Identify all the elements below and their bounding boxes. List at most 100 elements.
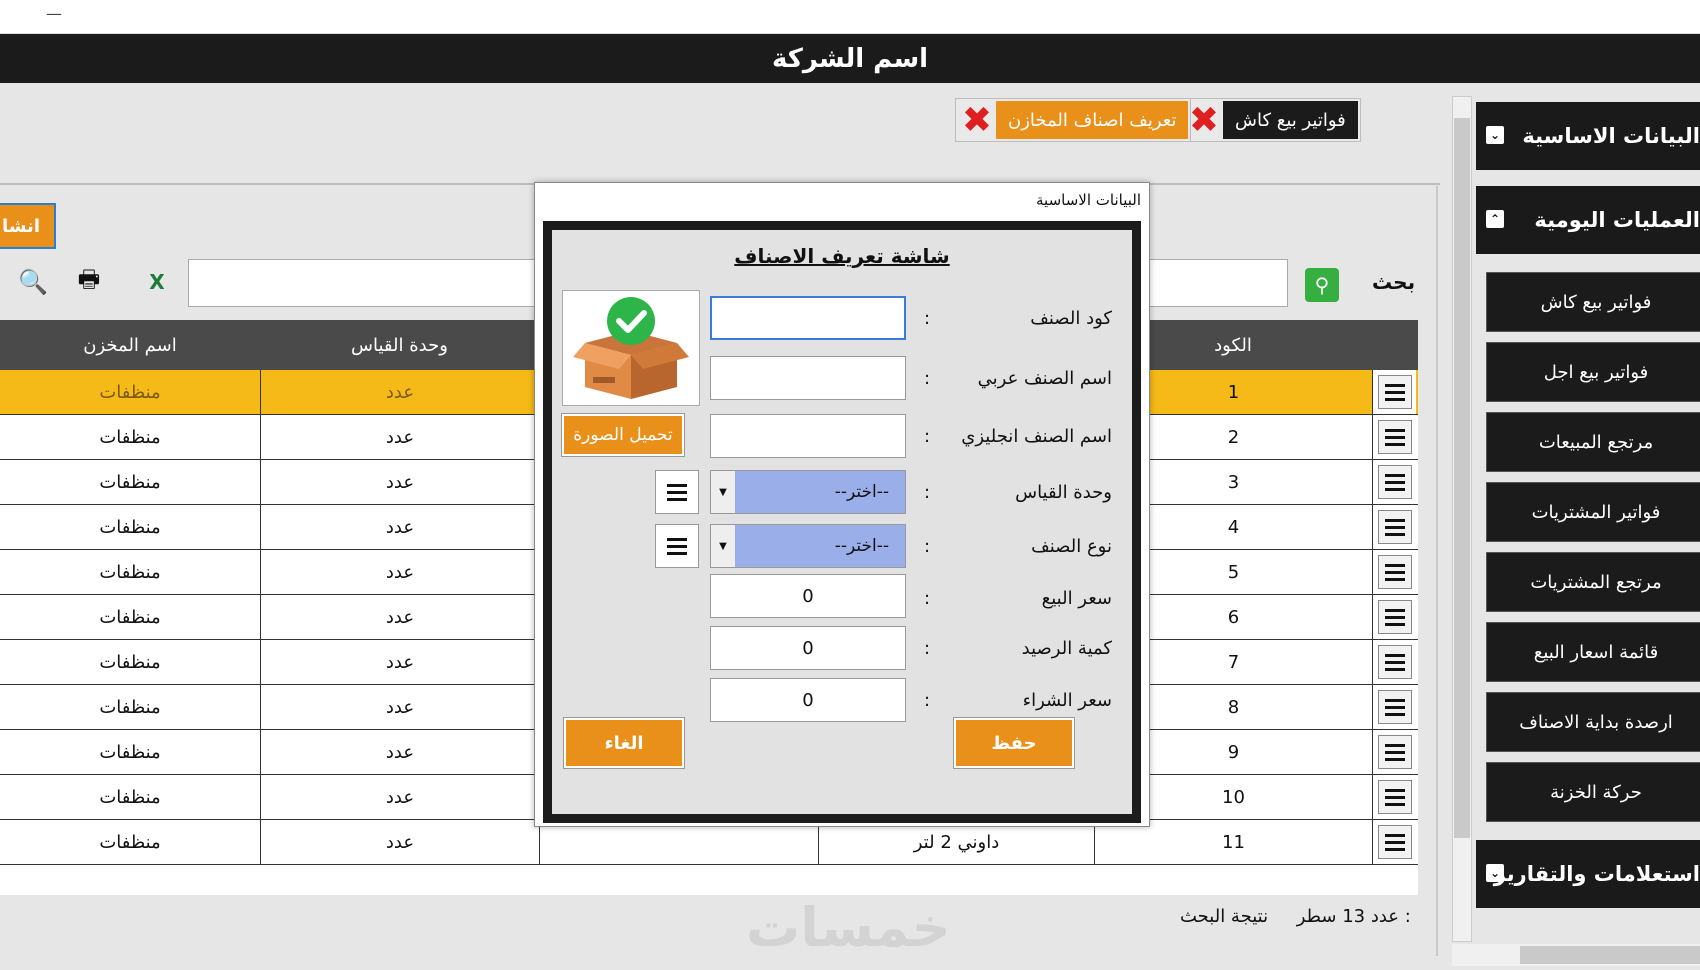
tab-cash-invoices-label: فواتير بيع كاش xyxy=(1223,101,1358,139)
tab-item-definition-label: تعريف اصناف المخازن xyxy=(996,101,1189,139)
app-title: اسم الشركة xyxy=(0,34,1700,83)
chevron-up-icon[interactable]: ⌃ xyxy=(1486,210,1504,228)
buy-price-label: سعر الشراء xyxy=(1022,690,1112,711)
colon: : xyxy=(924,368,931,389)
colon: : xyxy=(924,536,931,557)
search-result: عدد 13 سطر نتيجة البحث : xyxy=(1180,906,1411,927)
type-menu-button[interactable] xyxy=(655,524,699,568)
row-menu-button[interactable] xyxy=(1372,640,1416,684)
row-menu-button[interactable] xyxy=(1372,820,1416,864)
sidebar-item[interactable]: قائمة اسعار البيع xyxy=(1486,622,1700,682)
cell-store: منظفات xyxy=(99,696,161,718)
printer-icon[interactable]: 🖶 xyxy=(70,264,108,300)
name-ar-field[interactable] xyxy=(710,356,906,400)
sidebar-section-label: استعلامات والتقارير xyxy=(1493,862,1700,886)
save-button[interactable]: حفظ xyxy=(953,717,1075,769)
balance-label: كمية الرصيد xyxy=(1021,638,1112,659)
tab-cash-invoices[interactable]: ✖ فواتير بيع كاش xyxy=(1182,98,1361,142)
menu-icon[interactable] xyxy=(1377,510,1412,544)
dialog-content: شاشة تعريف الاصناف كود الصنف : اسم الصنف… xyxy=(552,230,1132,814)
sidebar-item[interactable]: حركة الخزنة xyxy=(1486,762,1700,822)
create-button[interactable]: انشا xyxy=(0,203,56,249)
unit-select[interactable]: ▼ --اختر-- xyxy=(710,470,906,514)
cell-unit: عدد xyxy=(260,505,539,549)
unit-menu-button[interactable] xyxy=(655,470,699,514)
colon: : xyxy=(924,638,931,659)
box-check-icon xyxy=(573,297,689,399)
row-menu-button[interactable] xyxy=(1372,505,1416,549)
cell-unit: عدد xyxy=(260,415,539,459)
dialog-window-title: البيانات الاساسية xyxy=(1036,191,1141,209)
row-menu-button[interactable] xyxy=(1372,685,1416,729)
code-field[interactable] xyxy=(710,296,906,340)
row-menu-button[interactable] xyxy=(1372,550,1416,594)
sidebar-section-reports[interactable]: ⌄ استعلامات والتقارير xyxy=(1476,840,1700,908)
window-chrome xyxy=(0,0,1700,34)
search-label: بحث xyxy=(1372,270,1416,294)
cell-unit: عدد xyxy=(260,730,539,774)
upload-image-button[interactable]: تحميل الصورة xyxy=(561,413,685,457)
row-menu-button[interactable] xyxy=(1372,595,1416,639)
column-header-unit[interactable]: وحدة القياس xyxy=(260,320,539,370)
row-menu-button[interactable] xyxy=(1372,460,1416,504)
colon: : xyxy=(924,690,931,711)
cell-store: منظفات xyxy=(99,741,161,763)
sidebar-section-daily-operations[interactable]: ⌃ العمليات اليومية xyxy=(1476,186,1700,254)
print-preview-icon[interactable]: 🔍 xyxy=(14,264,52,300)
row-menu-button[interactable] xyxy=(1372,775,1416,819)
cell-store: منظفات xyxy=(99,831,161,853)
sidebar-item[interactable]: ارصدة بداية الاصناف xyxy=(1486,692,1700,752)
buy-price-field[interactable]: 0 xyxy=(710,678,906,722)
sidebar-section-label: البيانات الاساسية xyxy=(1522,124,1700,148)
menu-icon[interactable] xyxy=(1377,600,1412,634)
sidebar-item[interactable]: فواتير المشتريات xyxy=(1486,482,1700,542)
cell-unit: عدد xyxy=(260,640,539,684)
watermark-logo: خمسات xyxy=(746,896,951,959)
item-image xyxy=(562,290,700,406)
menu-icon[interactable] xyxy=(1377,645,1412,679)
sidebar-item[interactable]: فواتير بيع كاش xyxy=(1486,272,1700,332)
search-button[interactable]: ⚲ xyxy=(1305,268,1339,302)
cell-store: منظفات xyxy=(99,381,161,403)
cell-store: منظفات xyxy=(99,651,161,673)
tab-item-definition[interactable]: ✖ تعريف اصناف المخازن xyxy=(955,98,1192,142)
chevron-down-icon[interactable]: ▼ xyxy=(711,525,735,567)
balance-field[interactable]: 0 xyxy=(710,626,906,670)
type-select[interactable]: ▼ --اختر-- xyxy=(710,524,906,568)
menu-icon[interactable] xyxy=(1377,420,1412,454)
sidebar-scroll-thumb[interactable] xyxy=(1454,118,1470,838)
sidebar-item[interactable]: مرتجع المبيعات xyxy=(1486,412,1700,472)
cancel-button[interactable]: الغاء xyxy=(563,717,685,769)
menu-icon[interactable] xyxy=(1377,465,1412,499)
menu-icon[interactable] xyxy=(1377,825,1412,859)
chevron-down-icon[interactable]: ▼ xyxy=(711,471,735,513)
name-ar-label: اسم الصنف عربي xyxy=(977,368,1112,389)
colon: : xyxy=(924,426,931,447)
menu-icon[interactable] xyxy=(1377,555,1412,589)
name-en-label: اسم الصنف انجليزي xyxy=(961,426,1112,447)
menu-icon[interactable] xyxy=(1377,375,1412,409)
cell-store: منظفات xyxy=(99,786,161,808)
sidebar-item[interactable]: فواتير بيع اجل xyxy=(1486,342,1700,402)
sidebar-item[interactable]: مرتجع المشتريات xyxy=(1486,552,1700,612)
minimize-button[interactable]: — xyxy=(46,4,62,23)
row-menu-button[interactable] xyxy=(1372,415,1416,459)
code-label: كود الصنف xyxy=(1030,308,1112,329)
menu-icon[interactable] xyxy=(1377,690,1412,724)
menu-icon[interactable] xyxy=(1377,780,1412,814)
close-icon[interactable]: ✖ xyxy=(958,100,996,141)
item-definition-dialog: البيانات الاساسية شاشة تعريف الاصناف كود… xyxy=(534,182,1150,827)
sidebar-section-basic-data[interactable]: ⌄ البيانات الاساسية xyxy=(1476,102,1700,170)
sell-price-field[interactable]: 0 xyxy=(710,574,906,618)
colon: : xyxy=(924,308,931,329)
menu-icon[interactable] xyxy=(1377,735,1412,769)
row-menu-button[interactable] xyxy=(1372,370,1416,414)
row-menu-button[interactable] xyxy=(1372,730,1416,774)
cell-store: منظفات xyxy=(99,561,161,583)
excel-icon[interactable]: X xyxy=(138,264,176,300)
dialog-heading: شاشة تعريف الاصناف xyxy=(734,244,950,268)
column-header-store[interactable]: اسم المخزن xyxy=(0,320,260,370)
sidebar-hscroll-thumb[interactable] xyxy=(1520,946,1700,964)
chevron-down-icon[interactable]: ⌄ xyxy=(1486,126,1504,144)
name-en-field[interactable] xyxy=(710,414,906,458)
